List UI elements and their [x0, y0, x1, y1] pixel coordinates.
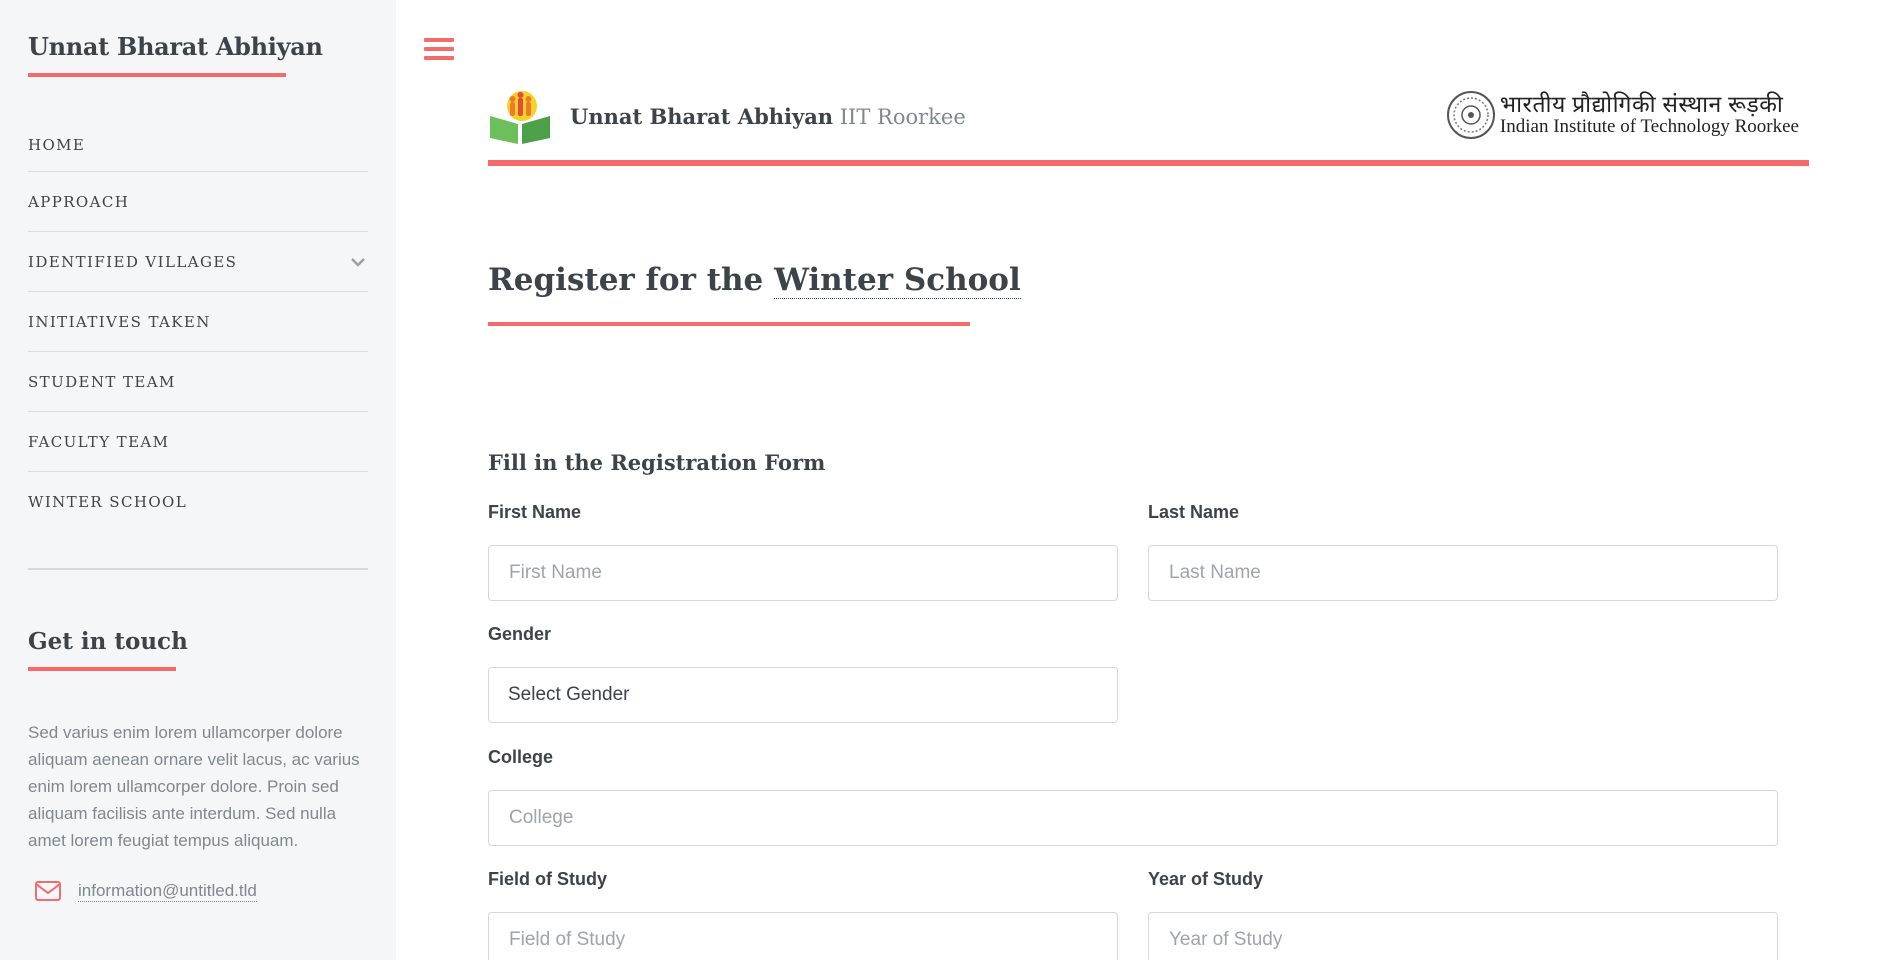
- brand-underline: [28, 73, 286, 77]
- college-input[interactable]: [488, 790, 1778, 846]
- main-content: Unnat Bharat Abhiyan IIT Roorkee भारतीय …: [396, 0, 1899, 960]
- sidebar-item-label: HOME: [28, 136, 86, 154]
- first-name-input[interactable]: [488, 545, 1118, 601]
- sidebar-item-label: STUDENT TEAM: [28, 372, 176, 391]
- last-name-input[interactable]: [1148, 545, 1778, 601]
- sidebar-item-approach[interactable]: APPROACH: [28, 172, 368, 232]
- sidebar-item-label: APPROACH: [28, 192, 130, 211]
- field-of-study-input[interactable]: [488, 912, 1118, 960]
- header-title: Unnat Bharat Abhiyan IIT Roorkee: [570, 104, 966, 129]
- site-header: Unnat Bharat Abhiyan IIT Roorkee भारतीय …: [488, 86, 1809, 166]
- get-in-touch-text: Sed varius enim lorem ullamcorper dolore…: [28, 723, 360, 850]
- page-title-highlight: Winter School: [774, 262, 1021, 299]
- email-link[interactable]: information@untitled.tld: [78, 881, 257, 902]
- sidebar: Unnat Bharat Abhiyan HOME APPROACH IDENT…: [0, 0, 396, 960]
- sidebar-item-initiatives-taken[interactable]: INITIATIVES TAKEN: [28, 292, 368, 352]
- sidebar-divider: [28, 568, 368, 570]
- sidebar-item-label: INITIATIVES TAKEN: [28, 312, 211, 331]
- gender-select-value: Select Gender: [508, 684, 630, 705]
- first-name-label: First Name: [488, 502, 582, 522]
- iitr-hindi-name: भारतीय प्रौद्योगिकी संस्थान रूड़की: [1499, 91, 1784, 117]
- page-title-prefix: Register for the: [488, 262, 764, 298]
- gender-select[interactable]: Select Gender: [488, 667, 1118, 723]
- page-title-underline: [488, 322, 970, 326]
- sidebar-item-winter-school[interactable]: WINTER SCHOOL: [28, 472, 368, 532]
- year-of-study-input[interactable]: [1148, 912, 1778, 960]
- get-in-touch-title: Get in touch: [28, 628, 188, 655]
- header-title-strong: Unnat Bharat Abhiyan: [570, 104, 834, 129]
- get-in-touch-underline: [28, 667, 176, 671]
- sidebar-item-identified-villages[interactable]: IDENTIFIED VILLAGES: [28, 232, 368, 292]
- field-of-study-label: Field of Study: [488, 869, 607, 889]
- sidebar-item-home[interactable]: HOME: [28, 119, 368, 172]
- page-title: Register for the Winter School: [488, 262, 1021, 299]
- iitr-english-name: Indian Institute of Technology Roorkee: [1499, 116, 1799, 138]
- gender-label: Gender: [488, 624, 552, 644]
- year-of-study-label: Year of Study: [1148, 869, 1264, 889]
- contact-email: information@untitled.tld: [28, 880, 368, 902]
- iitr-logo: भारतीय प्रौद्योगिकी संस्थान रूड़की India…: [1446, 90, 1799, 140]
- sidebar-brand: Unnat Bharat Abhiyan: [28, 0, 368, 77]
- sidebar-item-faculty-team[interactable]: FACULTY TEAM: [28, 412, 368, 472]
- college-label: College: [488, 747, 554, 767]
- sidebar-item-label: WINTER SCHOOL: [28, 493, 188, 511]
- chevron-down-icon[interactable]: [348, 252, 368, 272]
- sidebar-item-student-team[interactable]: STUDENT TEAM: [28, 352, 368, 412]
- sidebar-item-label: IDENTIFIED VILLAGES: [28, 252, 238, 271]
- unnat-bharat-abhiyan-logo-icon: [490, 91, 550, 144]
- hamburger-menu-icon[interactable]: [424, 38, 454, 64]
- sidebar-nav: HOME APPROACH IDENTIFIED VILLAGES INITIA…: [28, 119, 368, 532]
- last-name-label: Last Name: [1148, 502, 1240, 522]
- get-in-touch-section: Get in touch Sed varius enim lorem ullam…: [28, 628, 368, 902]
- envelope-icon: [35, 881, 61, 901]
- sidebar-brand-title[interactable]: Unnat Bharat Abhiyan: [28, 32, 368, 61]
- form-title: Fill in the Registration Form: [488, 450, 826, 475]
- sidebar-item-label: FACULTY TEAM: [28, 432, 170, 451]
- iitr-seal-icon: [1446, 91, 1495, 139]
- header-title-light: IIT Roorkee: [839, 105, 966, 129]
